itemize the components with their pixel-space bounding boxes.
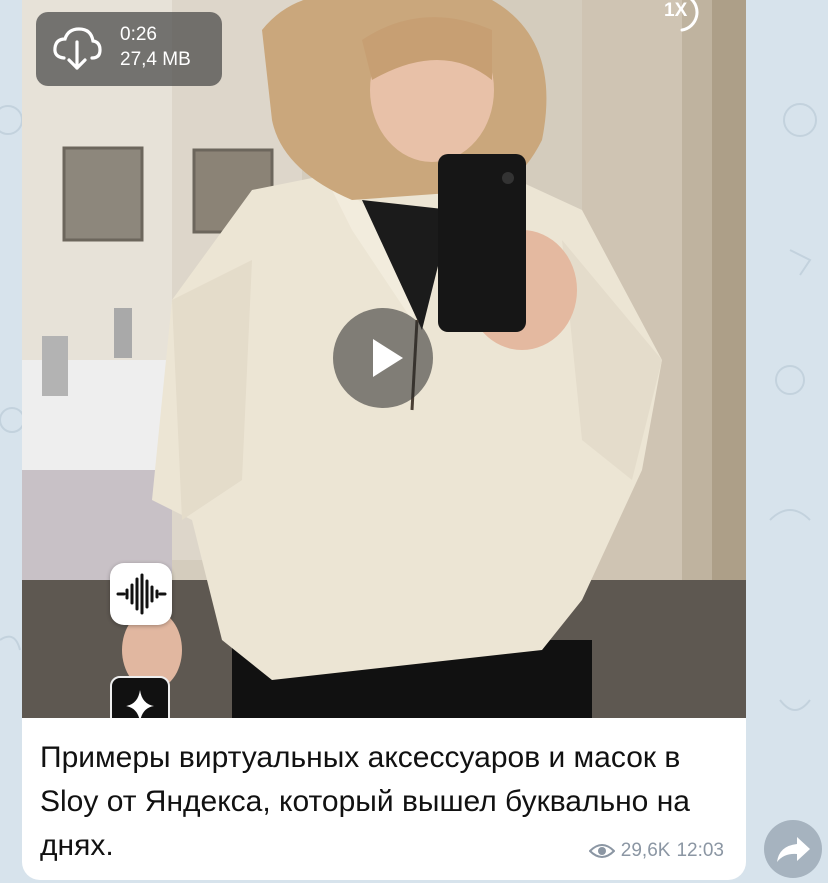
cloud-download-icon	[53, 27, 102, 70]
share-button[interactable]	[764, 820, 822, 878]
play-icon	[373, 339, 403, 377]
video-duration: 0:26	[120, 24, 157, 45]
share-arrow-icon	[777, 837, 810, 862]
playback-speed-button[interactable]: 1X	[652, 0, 704, 34]
playback-speed-label: 1X	[664, 0, 688, 21]
message-time: 12:03	[676, 840, 724, 861]
audio-app-icon	[110, 563, 172, 625]
message-meta: 29,6K 12:03	[588, 840, 724, 862]
video-player[interactable]: 0:26 27,4 MB 1X	[22, 0, 746, 718]
play-button[interactable]	[333, 308, 433, 408]
sparkle-icon	[126, 690, 154, 718]
waveform-icon	[116, 573, 167, 615]
video-file-size: 27,4 MB	[120, 49, 191, 70]
message-bubble: 0:26 27,4 MB 1X Примеры виртуальных аксе…	[22, 0, 746, 880]
view-count: 29,6K	[620, 840, 671, 861]
download-badge[interactable]: 0:26 27,4 MB	[36, 12, 222, 86]
eye-icon	[588, 844, 615, 858]
sparkle-app-icon	[110, 676, 170, 718]
